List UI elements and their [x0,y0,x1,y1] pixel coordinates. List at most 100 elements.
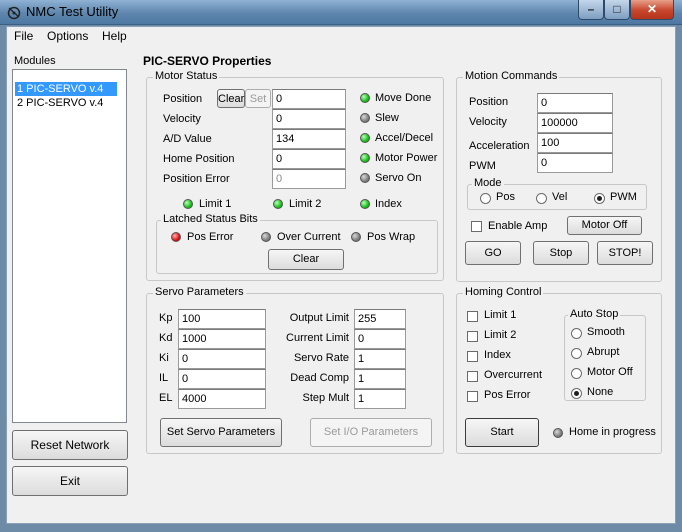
home-in-progress-indicator [553,428,563,438]
motion-commands-group: Motion Commands Position 0 Velocity 1000… [456,70,662,282]
step-mult-field[interactable]: 1 [354,389,406,409]
limit1-indicator [183,199,193,209]
home-pos-error-checkbox[interactable] [467,391,478,402]
el-label: EL [159,392,173,404]
enable-amp-checkbox[interactable] [471,221,482,232]
stop-button[interactable]: Stop [533,241,589,265]
list-item[interactable]: 2 PIC-SERVO v.4 [15,96,117,110]
cmd-acceleration-field[interactable]: 100 [537,133,613,153]
move-done-label: Move Done [375,92,432,104]
menu-help[interactable]: Help [102,29,127,43]
servo-on-label: Servo On [375,172,422,184]
reset-network-button[interactable]: Reset Network [12,430,128,460]
servo-parameters-group: Servo Parameters Kp 100 Kd 1000 Ki 0 IL … [146,286,444,454]
auto-stop-abrupt-radio[interactable] [571,348,582,359]
home-position-label: Home Position [163,153,235,165]
ad-value-label: A/D Value [163,133,212,145]
set-io-parameters-button[interactable]: Set I/O Parameters [310,418,432,447]
velocity-label: Velocity [163,113,201,125]
client-area: File Options Help Modules 1 PIC-SERVO v.… [6,26,676,524]
auto-stop-group: Auto Stop Smooth Abrupt Motor Off None [564,308,646,401]
dead-comp-label: Dead Comp [290,372,349,384]
stop-immediate-button[interactable]: STOP! [597,241,653,265]
cmd-pwm-field[interactable]: 0 [537,153,613,173]
position-error-field[interactable]: 0 [272,169,346,189]
cmd-pwm-label: PWM [469,160,496,172]
home-limit2-checkbox[interactable] [467,331,478,342]
home-overcurrent-label: Overcurrent [484,369,543,381]
start-homing-button[interactable]: Start [465,418,539,447]
motor-power-label: Motor Power [375,152,438,164]
home-limit1-checkbox[interactable] [467,311,478,322]
kd-label: Kd [159,332,173,344]
list-item[interactable]: 1 PIC-SERVO v.4 [15,82,117,96]
title-bar[interactable]: NMC Test Utility – □ ✕ [0,0,682,25]
cmd-velocity-field[interactable]: 100000 [537,113,613,133]
home-index-checkbox[interactable] [467,351,478,362]
clear-position-button[interactable]: Clear [217,89,245,108]
menu-options[interactable]: Options [47,29,88,43]
exit-button[interactable]: Exit [12,466,128,496]
motor-off-button[interactable]: Motor Off [567,216,642,235]
close-button[interactable]: ✕ [630,0,674,20]
home-in-progress-label: Home in progress [569,426,656,438]
clear-latched-button[interactable]: Clear [268,249,344,270]
cmd-position-field[interactable]: 0 [537,93,613,113]
il-label: IL [159,372,169,384]
el-field[interactable]: 4000 [178,389,266,409]
mode-pwm-radio[interactable] [594,193,605,204]
home-index-label: Index [484,349,511,361]
index-indicator [360,199,370,209]
auto-stop-motor-off-radio[interactable] [571,368,582,379]
enable-amp-label: Enable Amp [488,220,548,232]
maximize-button[interactable]: □ [604,0,630,20]
mode-pwm-label: PWM [610,191,637,203]
index-label: Index [375,198,402,210]
mode-pos-label: Pos [496,191,515,203]
auto-stop-abrupt-label: Abrupt [587,346,620,358]
cmd-position-label: Position [469,96,509,108]
cmd-velocity-label: Velocity [469,116,507,128]
go-button[interactable]: GO [465,241,521,265]
kp-field[interactable]: 100 [178,309,266,329]
modules-list[interactable]: 1 PIC-SERVO v.4 2 PIC-SERVO v.4 [12,69,127,423]
motor-velocity-field[interactable]: 0 [272,109,346,129]
auto-stop-motor-off-label: Motor Off [587,366,633,378]
servo-parameters-label: Servo Parameters [153,286,246,298]
set-servo-parameters-button[interactable]: Set Servo Parameters [160,418,282,447]
move-done-indicator [360,93,370,103]
ad-value-field[interactable]: 134 [272,129,346,149]
properties-heading: PIC-SERVO Properties [143,54,272,68]
il-field[interactable]: 0 [178,369,266,389]
mode-group: Mode Pos Vel PWM [467,177,647,210]
mode-vel-radio[interactable] [536,193,547,204]
latched-status-group: Latched Status Bits Pos Error Over Curre… [156,213,438,274]
servo-rate-field[interactable]: 1 [354,349,406,369]
accel-decel-indicator [360,133,370,143]
kp-label: Kp [159,312,173,324]
menu-file[interactable]: File [14,29,33,43]
mode-vel-label: Vel [552,191,568,203]
cmd-acceleration-label: Acceleration [469,140,530,152]
auto-stop-none-radio[interactable] [571,388,582,399]
menu-bar: File Options Help [7,27,675,47]
set-position-button[interactable]: Set [245,89,271,108]
motor-power-indicator [360,153,370,163]
home-position-field[interactable]: 0 [272,149,346,169]
homing-control-group: Homing Control Limit 1 Limit 2 Index Ove… [456,286,662,454]
dead-comp-field[interactable]: 1 [354,369,406,389]
mode-pos-radio[interactable] [480,193,491,204]
position-label: Position [163,93,203,105]
app-icon [7,6,21,20]
current-limit-field[interactable]: 0 [354,329,406,349]
ki-field[interactable]: 0 [178,349,266,369]
auto-stop-smooth-radio[interactable] [571,328,582,339]
auto-stop-none-label: None [587,386,614,398]
kd-field[interactable]: 1000 [178,329,266,349]
output-limit-field[interactable]: 255 [354,309,406,329]
over-current-indicator [261,232,271,242]
servo-on-indicator [360,173,370,183]
minimize-button[interactable]: – [578,0,604,20]
motor-position-field[interactable]: 0 [272,89,346,109]
home-overcurrent-checkbox[interactable] [467,371,478,382]
